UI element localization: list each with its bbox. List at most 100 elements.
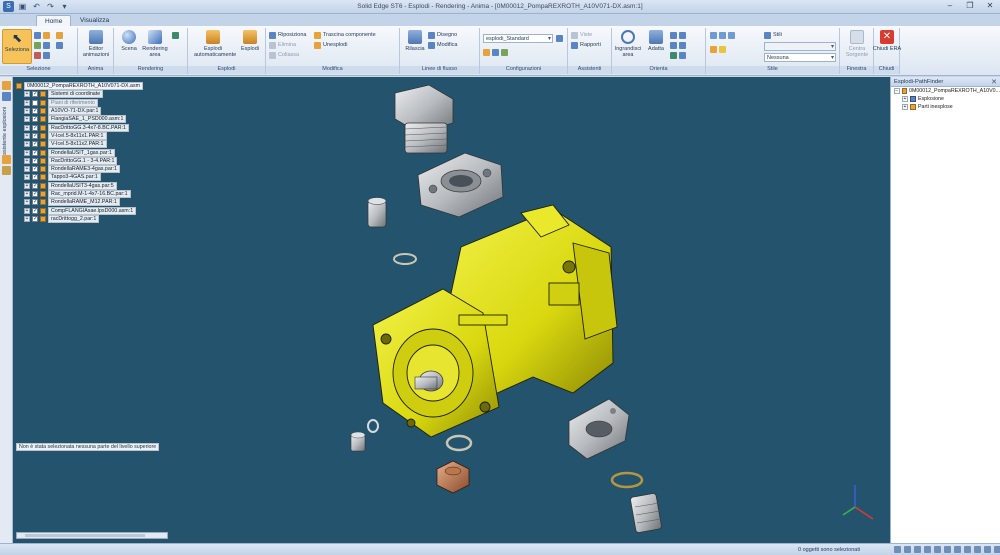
visibility-checkbox[interactable] <box>32 124 38 131</box>
expand-icon[interactable]: + <box>24 166 30 173</box>
tree-item[interactable]: + FlangiaSAE_1_PSD000.asm:1 <box>16 115 162 124</box>
tree-item[interactable]: + Tappo3-4GAS.par:1 <box>16 173 162 182</box>
close-era-button[interactable]: ✕ Chiudi ERA <box>872 29 902 64</box>
tree-item[interactable]: + RondellaUSIT_1gas.par:1 <box>16 148 162 157</box>
visibility-checkbox[interactable] <box>32 215 38 222</box>
tree-item[interactable]: + racDrittogg_2.par:1 <box>16 214 162 223</box>
select-button[interactable]: ⬉ Seleziona <box>2 29 32 64</box>
view-icon-10[interactable] <box>984 546 991 553</box>
draw-button[interactable]: Disegno <box>428 31 457 39</box>
visibility-checkbox[interactable] <box>32 207 38 214</box>
expand-icon[interactable]: + <box>24 207 30 214</box>
view-icon-5[interactable] <box>934 546 941 553</box>
reposition-button[interactable]: Riposiziona <box>269 31 306 39</box>
pathfinder-item-unexploded[interactable]: + Parti inesplose <box>891 103 1000 111</box>
tree-item[interactable]: + V-Icel.5-8x11x2.PAR:1 <box>16 140 162 149</box>
tree-root[interactable]: 0M00012_PompaREXROTH_A10V071-DX.asm <box>16 82 162 91</box>
select-tool-1-icon[interactable] <box>34 31 50 39</box>
expand-icon[interactable]: + <box>24 108 30 115</box>
explode-assistant-tab[interactable]: Assistente esplosioni <box>2 107 8 158</box>
copper-plug[interactable] <box>436 460 470 494</box>
visibility-checkbox[interactable] <box>32 149 38 156</box>
expand-icon[interactable]: + <box>24 149 30 156</box>
fit-area-button[interactable]: Ingrandisci area <box>613 29 643 64</box>
view-icon-6[interactable] <box>944 546 951 553</box>
rotate-icon[interactable] <box>670 51 686 59</box>
flange-right[interactable] <box>568 398 630 460</box>
expand-icon[interactable]: + <box>24 174 30 181</box>
layers-icon[interactable] <box>2 166 11 175</box>
view-icon-9[interactable] <box>974 546 981 553</box>
3d-viewport[interactable]: 0M00012_PompaREXROTH_A10V071-DX.asm + Sis… <box>13 77 890 543</box>
tab-home[interactable]: Home <box>36 15 72 26</box>
expand-icon[interactable]: + <box>24 124 30 131</box>
washer-small[interactable] <box>367 419 379 433</box>
expand-icon[interactable]: + <box>902 104 908 110</box>
view-icon-1[interactable] <box>894 546 901 553</box>
view-icon-11[interactable] <box>994 546 1000 553</box>
select-box-icon[interactable] <box>56 41 63 49</box>
fitting-top[interactable] <box>394 84 454 154</box>
center-source-button[interactable]: Centra Sorgente <box>842 29 872 64</box>
expand-icon[interactable]: + <box>24 191 30 197</box>
delete-button[interactable]: Elimina <box>269 41 296 49</box>
tree-item[interactable]: + RondellaRAME_M12.PAR:1 <box>16 198 162 207</box>
visibility-checkbox[interactable] <box>32 140 38 148</box>
pump-body[interactable] <box>372 204 618 438</box>
zoom-icon[interactable] <box>670 31 686 39</box>
expand-icon[interactable]: + <box>24 157 30 164</box>
visibility-checkbox[interactable] <box>32 157 38 164</box>
close-button[interactable]: ✕ <box>984 1 996 10</box>
tree-item[interactable]: + Piani di riferimento <box>16 98 162 107</box>
shading-icons[interactable] <box>710 45 726 53</box>
render-settings-icon[interactable] <box>172 31 179 39</box>
select-tool-3-icon[interactable] <box>34 51 50 59</box>
modify-flow-button[interactable]: Modifica <box>428 41 457 49</box>
fitting-small-left[interactable] <box>367 197 387 228</box>
visibility-checkbox[interactable] <box>32 107 38 115</box>
minimize-button[interactable]: – <box>944 1 956 10</box>
select-tool-2-icon[interactable] <box>34 41 50 49</box>
style-combo-1[interactable] <box>764 42 836 51</box>
tree-item[interactable]: + CompFLANGIAsae.lpsD000.asm:1 <box>16 206 162 215</box>
view-icon-3[interactable] <box>914 546 921 553</box>
reports-button[interactable]: Rapporti <box>571 41 601 49</box>
visibility-checkbox[interactable] <box>32 182 38 189</box>
parts-icon[interactable] <box>2 155 11 164</box>
expand-icon[interactable]: + <box>24 132 30 139</box>
visibility-checkbox[interactable] <box>32 198 38 206</box>
visibility-checkbox[interactable] <box>32 90 38 98</box>
bind-button[interactable]: Rilascia <box>400 29 430 64</box>
tree-item[interactable]: + Rac_mprid.M-1-4x7-16.BC.par:1 <box>16 190 162 198</box>
view-cube-icons[interactable] <box>710 31 735 39</box>
expand-icon[interactable]: + <box>24 215 30 222</box>
render-area-button[interactable]: Rendering area <box>140 29 170 64</box>
assistant-views-icon[interactable]: Viste <box>571 31 592 39</box>
visibility-checkbox[interactable] <box>32 115 38 123</box>
expand-icon[interactable]: + <box>24 182 30 189</box>
collapse-icon[interactable]: − <box>894 88 900 94</box>
view-icon-7[interactable] <box>954 546 961 553</box>
pathfinder-item-explosion[interactable]: + Esplosione <box>891 95 1000 103</box>
visibility-checkbox[interactable] <box>32 190 38 197</box>
tree-item[interactable]: + RacDrittoGG.1 - 3-4.PAR:1 <box>16 156 162 165</box>
config-tools-icon[interactable] <box>483 48 508 56</box>
expand-icon[interactable]: + <box>24 99 30 106</box>
tree-item[interactable]: + V-Icel.5-8x11x1.PAR:1 <box>16 131 162 140</box>
expand-icon[interactable]: + <box>24 199 30 206</box>
tree-item[interactable]: + A10VO-71-DX.par:1 <box>16 107 162 116</box>
fitting-bottom-left[interactable] <box>350 431 366 452</box>
o-ring-1[interactable] <box>393 253 417 265</box>
view-icon-2[interactable] <box>904 546 911 553</box>
tree-item[interactable]: + RondellaRAME3-4gas.par:1 <box>16 165 162 174</box>
flange-top[interactable] <box>417 152 504 218</box>
auto-explode-button[interactable]: Esplodi automaticamente <box>194 29 236 64</box>
configuration-combo[interactable]: esplodi_Standard <box>483 34 553 43</box>
collapse-button[interactable]: Collassa <box>269 51 299 59</box>
tree-item[interactable]: + RacDrittoGG.3-4x7-8.BC.PAR:1 <box>16 123 162 132</box>
assembly-icon[interactable] <box>2 81 11 90</box>
style-combo-2[interactable]: Nessuna <box>764 53 836 62</box>
tree-item[interactable]: + RondellaUSIT3-4gas.par:5 <box>16 181 162 190</box>
fitting-bottom-right[interactable] <box>630 493 662 533</box>
view-icon-8[interactable] <box>964 546 971 553</box>
